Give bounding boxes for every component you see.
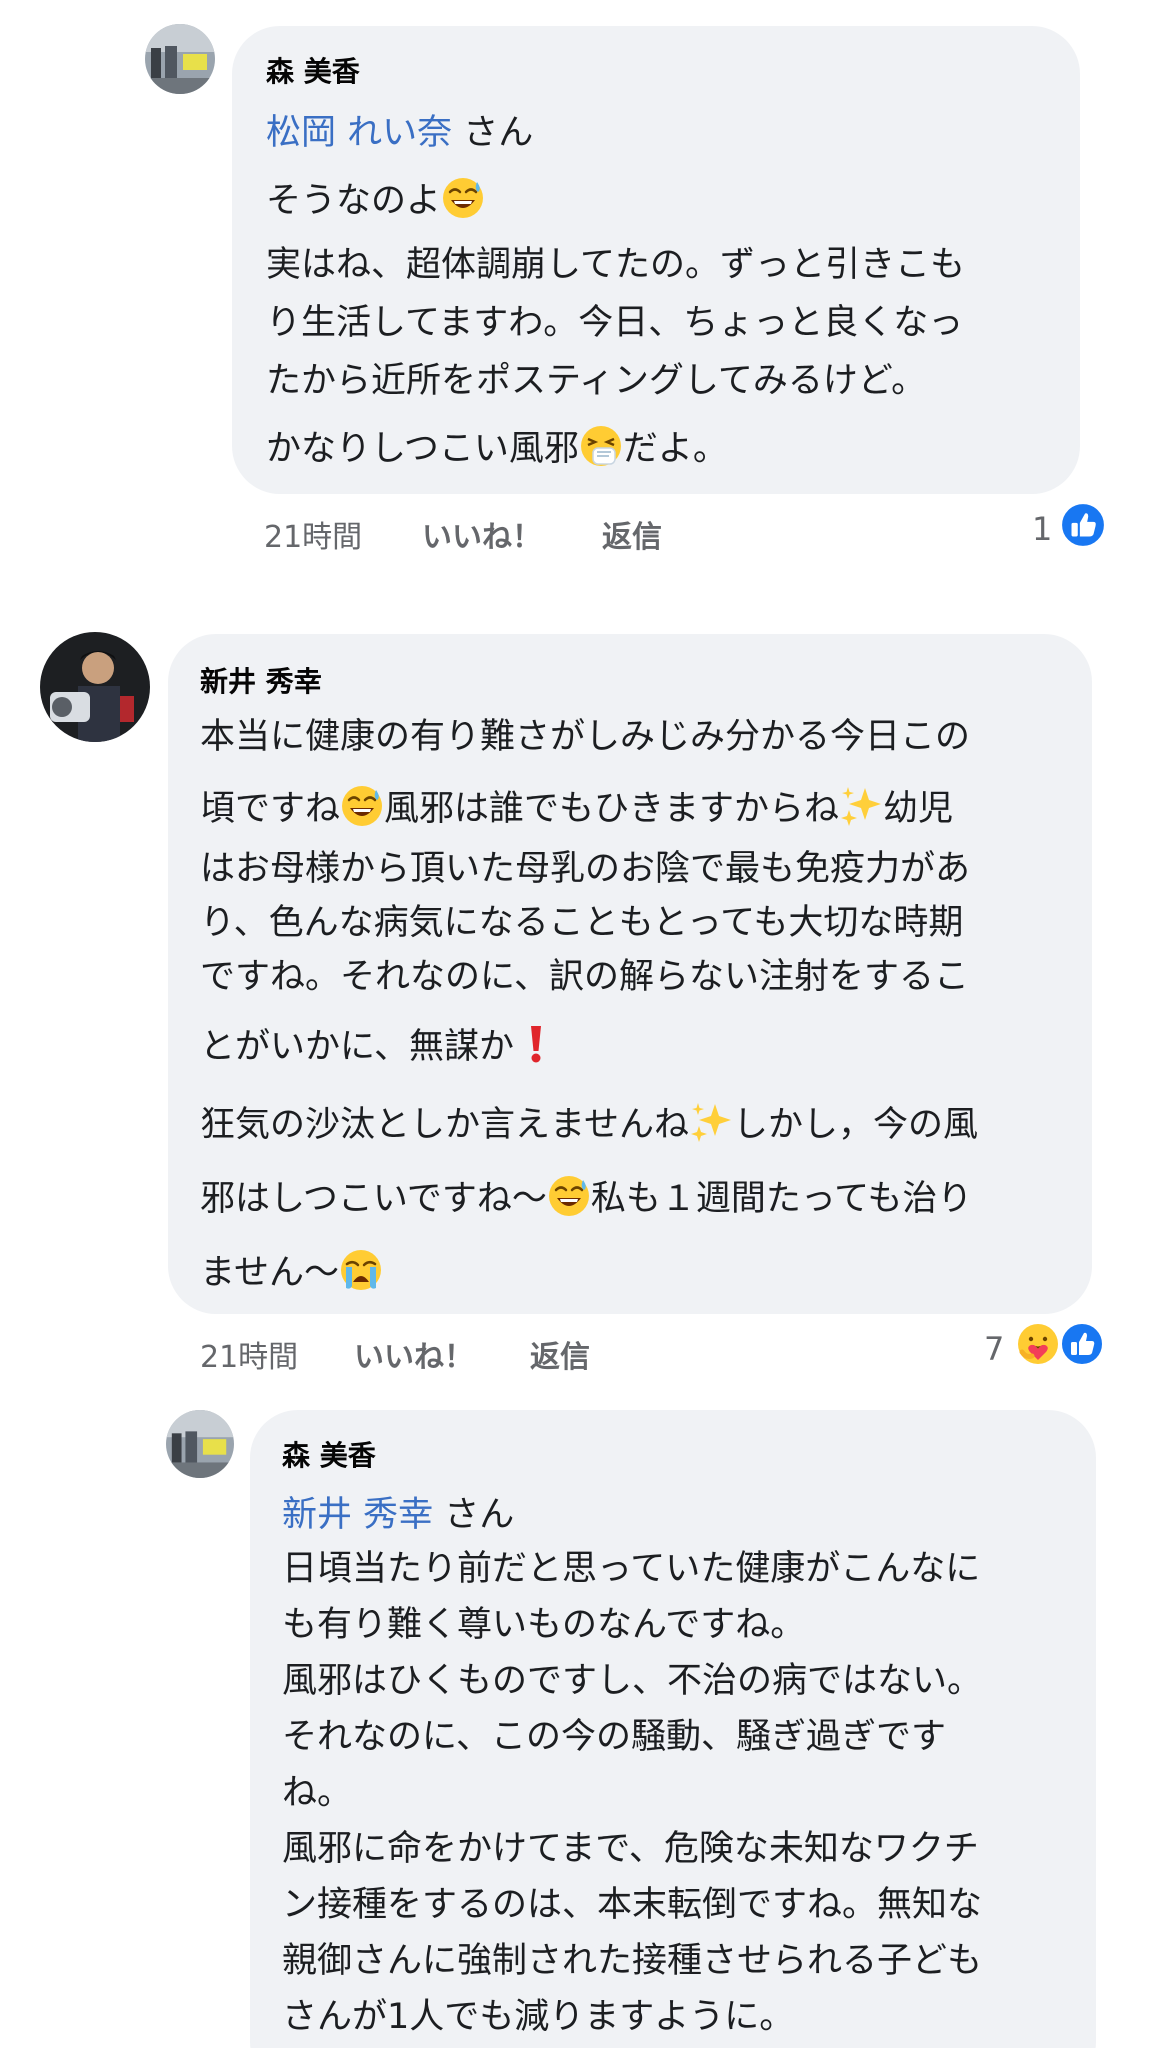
avatar[interactable] <box>145 24 215 94</box>
red-exclamation-emoji <box>514 1022 558 1066</box>
comment-author[interactable]: 新井 秀幸 <box>200 660 322 700</box>
mention-link[interactable]: 松岡 れい奈 <box>266 113 452 153</box>
thumbs-up-icon[interactable] <box>1060 502 1106 548</box>
grinning-sweat-emoji <box>547 1174 591 1218</box>
reaction-count[interactable]: 1 <box>1032 510 1052 548</box>
thumbs-up-icon[interactable] <box>1060 1322 1104 1366</box>
avatar[interactable] <box>40 632 150 742</box>
comment-text-line: 実はね、超体調崩してたの。ずっと引きこも <box>266 245 965 285</box>
comment-text-line: 狂気の沙汰としか言えませんね しかし，今の風 <box>200 1096 978 1147</box>
comment-text-line: 風邪に命をかけてまで、危険な未知なワクチ <box>282 1829 979 1869</box>
grinning-sweat-emoji <box>340 784 384 828</box>
comment-text-line: そうなのよ <box>266 172 485 223</box>
comment-text-line: り、色んな病気になることもとっても大切な時期 <box>200 903 964 943</box>
comment-text-line: り生活してますわ。今日、ちょっと良くなっ <box>266 303 964 343</box>
comment-text-line: さんが1人でも減りますように。 <box>282 1997 795 2037</box>
care-hug-icon[interactable] <box>1016 1322 1060 1366</box>
comment-text-line: ン接種をするのは、本末転倒ですね。無知な <box>282 1885 983 1925</box>
comment-text-line: ません〜 <box>200 1244 383 1295</box>
comment-text-line: それなのに、この今の騒動、騒ぎ過ぎです <box>282 1717 946 1757</box>
comment-text-line: 風邪はひくものですし、不治の病ではない。 <box>282 1661 983 1701</box>
comment-text-line: 親御さんに強制された接種させられる子ども <box>282 1941 983 1981</box>
comment-text-line: はお母様から頂いた母乳のお陰で最も免疫力があ <box>200 849 971 889</box>
comment-text-line: 頃ですね 風邪は誰でもひきますからね 幼児 <box>200 780 953 831</box>
loudly-crying-emoji <box>339 1248 383 1292</box>
comment-author[interactable]: 森 美香 <box>282 1434 376 1474</box>
comment-text-line: とがいかに、無謀か <box>200 1018 558 1069</box>
comment-text-line: 日頃当たり前だと思っていた健康がこんなに <box>282 1549 981 1589</box>
comment-text-line: ですね。それなのに、訳の解らない注射をするこ <box>200 957 969 997</box>
comment-text-line: も有り難く尊いものなんですね。 <box>282 1605 806 1645</box>
mention-line: 松岡 れい奈 さん <box>266 104 533 155</box>
comment-timestamp[interactable]: 21時間 <box>200 1332 298 1376</box>
comment-text-line: かなりしつこい風邪 だよ。 <box>266 420 728 471</box>
reaction-count[interactable]: 7 <box>984 1330 1004 1368</box>
mention-suffix: さん <box>463 113 534 153</box>
comment-text-line: たから近所をポスティングしてみるけど。 <box>266 361 927 401</box>
comment-text-line: ね。 <box>282 1773 353 1813</box>
avatar[interactable] <box>166 1410 234 1478</box>
reply-button[interactable]: 返信 <box>530 1332 590 1376</box>
mention-line: 新井 秀幸 さん <box>282 1486 514 1537</box>
sparkles-emoji <box>839 784 883 828</box>
mention-link[interactable]: 新井 秀幸 <box>282 1495 433 1535</box>
comment-timestamp[interactable]: 21時間 <box>264 512 362 556</box>
like-button[interactable]: いいね！ <box>422 512 542 556</box>
grinning-sweat-emoji <box>441 176 485 220</box>
comment-text-line: 邪はしつこいですね〜 私も１週間たっても治り <box>200 1170 972 1221</box>
comment-author[interactable]: 森 美香 <box>266 50 360 90</box>
mention-suffix: さん <box>444 1495 515 1535</box>
like-button[interactable]: いいね！ <box>354 1332 474 1376</box>
sparkles-emoji <box>689 1100 733 1144</box>
sneezing-face-emoji <box>579 424 623 468</box>
reply-button[interactable]: 返信 <box>602 512 662 556</box>
comment-text-line: 本当に健康の有り難さがしみじみ分かる今日この <box>200 717 971 757</box>
